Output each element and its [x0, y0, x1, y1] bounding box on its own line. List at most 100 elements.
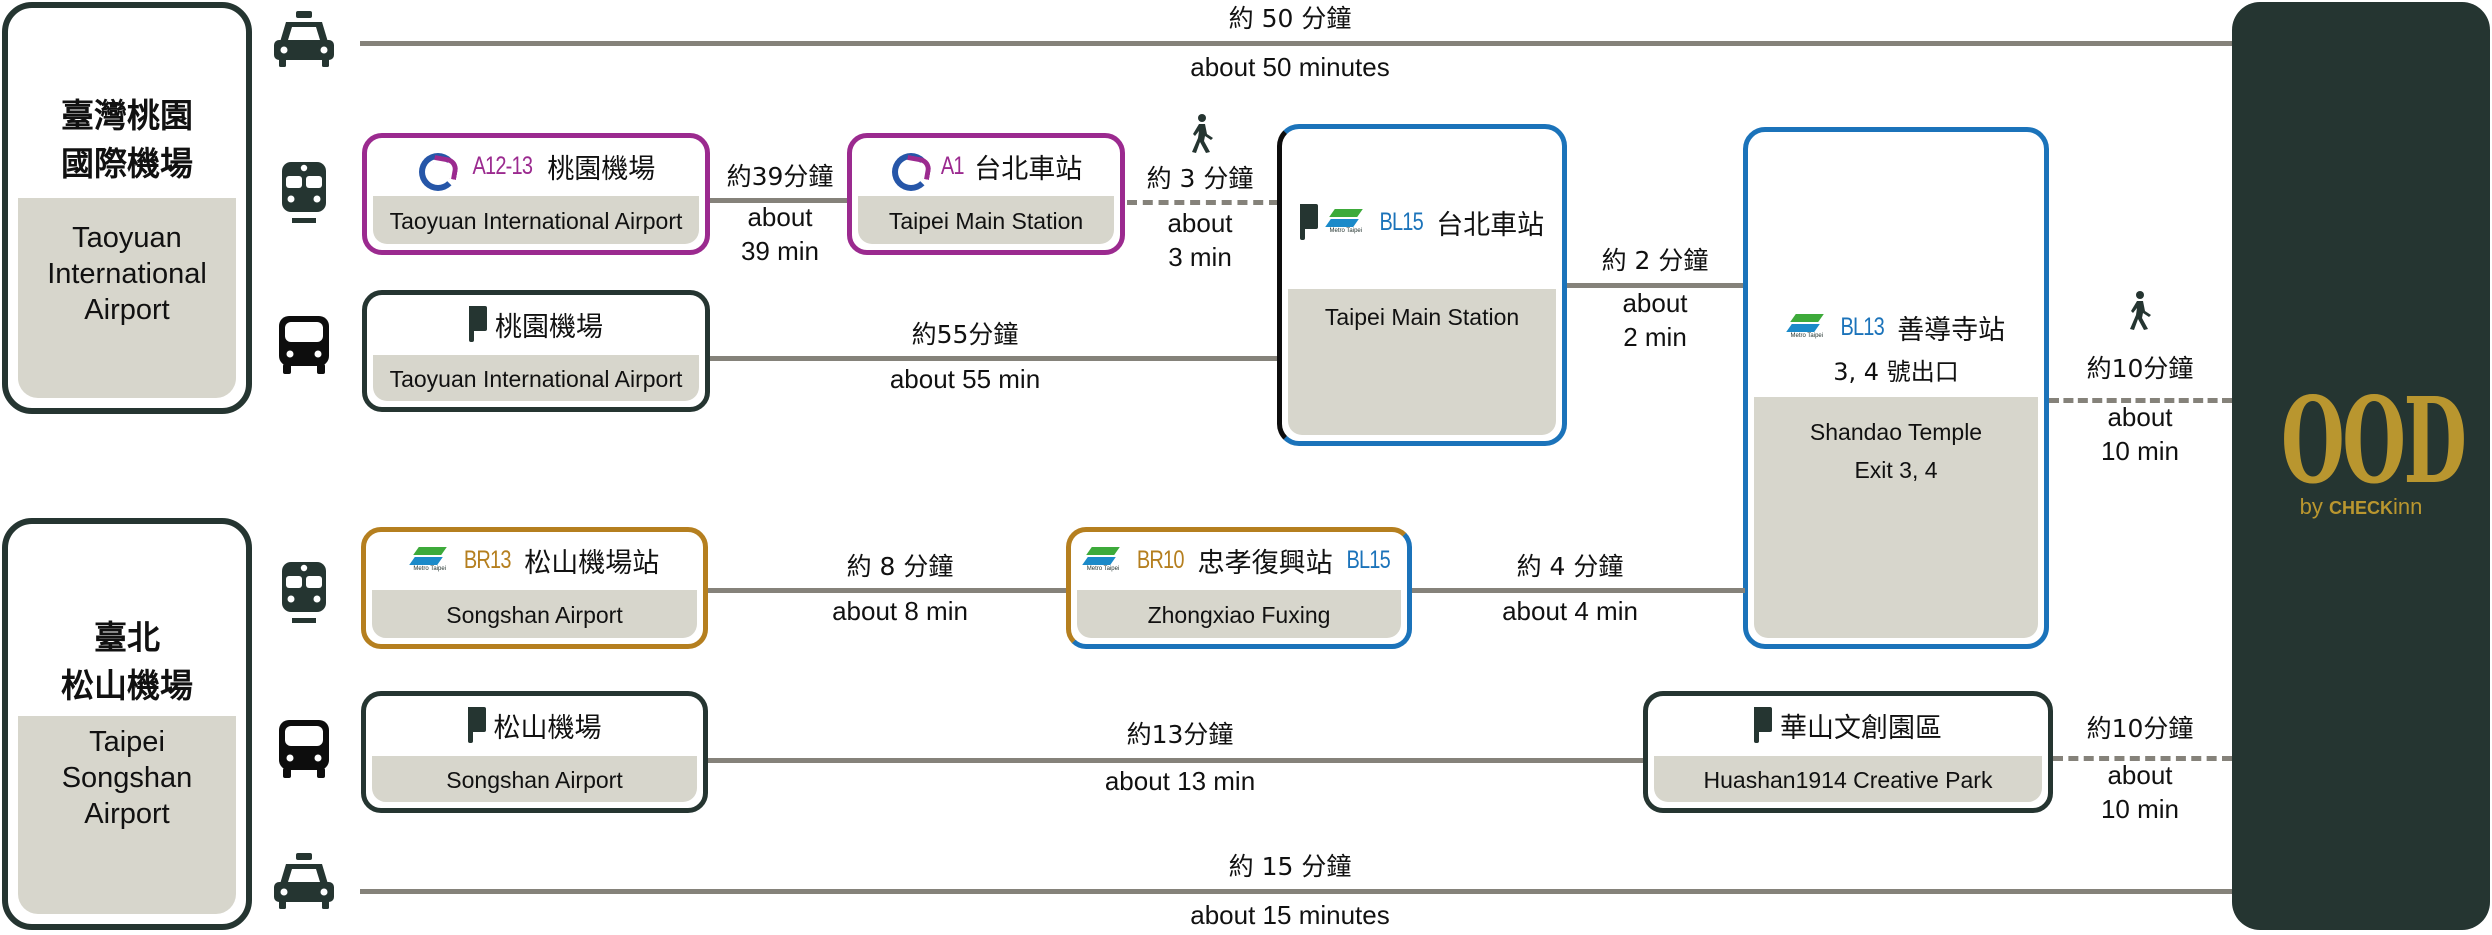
station-name-en: Taipei Main Station [1288, 289, 1556, 435]
bus-icon [279, 720, 329, 778]
station-bl15-taipei-main: Metro Taipei BL15 台北車站 Taipei Main Stati… [1277, 124, 1567, 446]
duration-walk-bl13: 約10分鐘 about 10 min [2086, 354, 2194, 466]
station-head: A1 台北車站 [852, 138, 1120, 194]
bus-icon [279, 316, 329, 374]
route-line-taxi-taoyuan [360, 41, 2232, 46]
duration-airport-mrt: 約39分鐘 about 39 min [726, 162, 834, 266]
hotel-destination-panel: OOD by CHECKinn [2232, 2, 2490, 930]
station-head: 華山文創園區 [1648, 696, 2048, 754]
metro-taipei-logo-icon: Metro Taipei [1326, 209, 1366, 235]
duration-bl15-bl13: 約 2 分鐘 about 2 min [1601, 246, 1709, 352]
duration-taoyuan-bus-en: about 55 min [889, 364, 1041, 394]
exit-zh: 3, 4 號出口 [1833, 358, 1959, 386]
metro-taipei-logo-icon: Metro Taipei [1787, 314, 1827, 340]
station-name-zh: 台北車站 [1436, 209, 1545, 241]
duration-br10-bl13-en: about 4 min [1502, 596, 1638, 626]
station-head: Metro Taipei BR13 松山機場站 [366, 532, 703, 588]
route-line-taxi-songshan [360, 889, 2232, 894]
station-name-en: Taoyuan International Airport [373, 196, 699, 244]
duration-walk-huashan: 約10分鐘 about 10 min [2086, 714, 2194, 824]
station-name-en: Taipei Main Station [858, 196, 1114, 244]
duration-songshan-bus-zh: 約13分鐘 [1126, 720, 1234, 749]
station-name-zh: 台北車站 [974, 153, 1083, 185]
duration-taoyuan-bus-zh: 約55分鐘 [911, 320, 1019, 349]
bus-stop-taoyuan-airport: 桃園機場 Taoyuan International Airport [362, 290, 710, 412]
origin-en-line3: Airport [84, 798, 170, 830]
station-head: 松山機場 [366, 696, 703, 754]
station-name-en: Huashan1914 Creative Park [1654, 756, 2042, 802]
bus-stop-songshan-airport: 松山機場 Songshan Airport [361, 691, 708, 813]
origin-en-line2: International [47, 258, 207, 290]
station-code: BL15 [1379, 207, 1423, 236]
station-head: A12-13 桃園機場 [367, 138, 705, 194]
station-name-zh: 桃園機場 [495, 311, 603, 343]
origin-en-panel: Taoyuan International Airport [18, 198, 236, 398]
walk-icon [1192, 114, 1213, 153]
metro-taipei-logo-icon: Metro Taipei [1083, 547, 1123, 573]
taxi-icon [274, 853, 334, 909]
airport-mrt-logo-icon [417, 151, 457, 191]
duration-br13-br10-en: about 8 min [832, 596, 968, 626]
origin-en-line2: Songshan [61, 762, 193, 794]
station-head: Metro Taipei BL13 善導寺站 [1748, 302, 2044, 352]
origin-en-line1: Taoyuan [72, 222, 182, 254]
bus-stop-huashan-creative-park: 華山文創園區 Huashan1914 Creative Park [1643, 691, 2053, 813]
station-head: Metro Taipei BL15 台北車站 [1282, 197, 1562, 247]
station-a1-taipei-main: A1 台北車站 Taipei Main Station [847, 133, 1125, 255]
station-head: Metro Taipei BR10 忠孝復興站 BL15 [1071, 532, 1407, 588]
origin-en-panel: Taipei Songshan Airport [18, 716, 236, 914]
station-code: A12-13 [472, 151, 532, 180]
station-br13-songshan-airport: Metro Taipei BR13 松山機場站 Songshan Airport [361, 527, 708, 649]
origin-songshan-airport: 臺北 松山機場 Taipei Songshan Airport [2, 518, 252, 930]
route-line-br13-br10 [708, 588, 1068, 593]
station-name-en: Zhongxiao Fuxing [1077, 590, 1401, 638]
origin-zh-line2: 國際機場 [61, 144, 193, 183]
bus-stop-flag-icon [1299, 204, 1318, 240]
bus-stop-flag-icon [467, 707, 486, 743]
bus-stop-flag-icon [469, 306, 487, 342]
route-line-songshan-bus [708, 758, 1646, 763]
station-name-en-line1: Shandao Temple [1809, 419, 1983, 445]
duration-taxi-songshan-zh: 約 15 分鐘 [1228, 852, 1352, 881]
hotel-logo: OOD [2281, 371, 2467, 510]
station-name-zh: 善導寺站 [1897, 314, 2006, 346]
origin-zh-line1: 臺北 [94, 618, 160, 657]
border-accent [1277, 441, 1427, 446]
station-bl13-shandao-temple: Metro Taipei BL13 善導寺站 3, 4 號出口 Shandao … [1743, 127, 2049, 649]
duration-taxi-taoyuan-zh: 約 50 分鐘 [1228, 4, 1352, 33]
station-code: BR13 [463, 545, 512, 574]
station-code: BL13 [1840, 312, 1884, 341]
station-name-zh: 華山文創園區 [1780, 712, 1942, 744]
station-code-left: BR10 [1136, 545, 1185, 574]
duration-walk-a1: 約 3 分鐘 about 3 min [1146, 164, 1254, 272]
station-name-en: Shandao Temple Exit 3, 4 [1754, 397, 2038, 638]
taxi-icon [274, 11, 334, 67]
station-name-zh: 松山機場 [493, 712, 602, 744]
route-line-br10-bl13 [1412, 588, 1745, 593]
origin-taoyuan-airport: 臺灣桃園 國際機場 Taoyuan International Airport [2, 2, 252, 414]
station-name-en: Songshan Airport [372, 756, 697, 802]
origin-zh-line1: 臺灣桃園 [61, 96, 193, 135]
bus-stop-flag-icon [1754, 707, 1772, 743]
border-accent [1066, 644, 1191, 649]
duration-br10-bl13-zh: 約 4 分鐘 [1516, 552, 1624, 581]
station-code-right: BL15 [1346, 545, 1390, 574]
origin-zh-line2: 松山機場 [61, 666, 193, 705]
duration-br13-br10-zh: 約 8 分鐘 [846, 552, 954, 581]
station-name-en: Taoyuan International Airport [373, 355, 699, 401]
station-name-zh: 忠孝復興站 [1197, 547, 1333, 579]
origin-en-line1: Taipei [89, 726, 165, 758]
airport-mrt-logo-icon [890, 151, 930, 191]
origin-en-line3: Airport [84, 294, 170, 326]
train-icon [282, 162, 326, 223]
duration-songshan-bus-en: about 13 min [1104, 766, 1256, 796]
station-br10-bl15-zhongxiao-fuxing: Metro Taipei BR10 忠孝復興站 BL15 Zhongxiao F… [1066, 527, 1412, 649]
station-name-en: Songshan Airport [372, 590, 697, 638]
hotel-byline: by CHECKinn [2299, 494, 2423, 519]
metro-taipei-logo-icon: Metro Taipei [410, 547, 450, 573]
duration-taxi-songshan-en: about 15 minutes [1190, 900, 1390, 930]
route-line-taoyuan-bus [710, 356, 1280, 361]
station-code: A1 [940, 151, 965, 180]
station-head: 桃園機場 [367, 295, 705, 353]
station-name-en-line2: Exit 3, 4 [1854, 457, 1938, 483]
